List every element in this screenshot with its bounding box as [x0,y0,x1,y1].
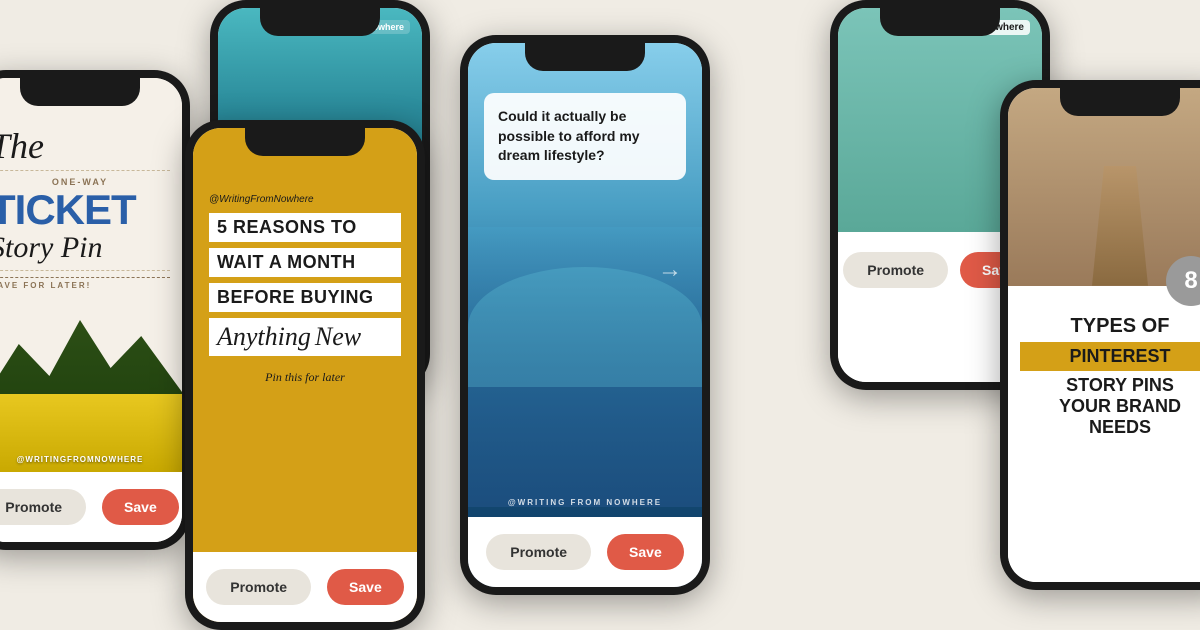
phone1-savefor-label: SAVE FOR LATER! [0,277,170,290]
phone3-line3: BEFORE BUYING [217,287,374,307]
phone6-types-of: TYPES OF [1020,314,1200,338]
phone1-ticket-label: TICKET [0,189,170,231]
phone-notch-1 [20,78,140,106]
phone1-promote-button[interactable]: Promote [0,489,86,525]
phone6-pinterest: PINTEREST [1020,342,1200,371]
phone-notch-3 [245,128,365,156]
phone6-brand: YOUR BRAND [1020,396,1200,417]
phone4-save-button[interactable]: Save [607,534,684,570]
phone6-story: STORY PINS [1020,375,1200,397]
phone4-speech-text: Could it actually be possible to afford … [498,107,672,166]
phone-notch-4 [525,43,645,71]
phone3-line4: Anything [217,322,311,351]
phone-notch-6 [1060,88,1180,116]
phone4-promote-button[interactable]: Promote [486,534,591,570]
phone1-save-button[interactable]: Save [102,489,179,525]
phone-1: The ONE-WAY TICKET Story Pin SAVE FOR LA… [0,70,190,550]
phone4-speech-bubble: Could it actually be possible to afford … [484,93,686,180]
phone1-the-label: The [0,128,170,164]
phone-notch-2 [260,8,380,36]
phone3-line2: WAIT A MONTH [217,252,356,272]
phone3-save-button[interactable]: Save [327,569,404,605]
phone5-promote-button[interactable]: Promote [843,252,948,288]
phone-notch-5 [880,8,1000,36]
phone1-storypin-label: Story Pin [0,231,170,264]
phone3-promote-button[interactable]: Promote [206,569,311,605]
phone-6: 8 TYPES OF PINTEREST STORY PINS YOUR BRA… [1000,80,1200,590]
phone-4: Could it actually be possible to afford … [460,35,710,595]
phone3-handle: @WritingFromNowhere [209,194,401,205]
phone-3: @WritingFromNowhere 5 REASONS TO WAIT A … [185,120,425,630]
phone3-line1: 5 REASONS TO [217,217,357,237]
phone4-handle: @WRITING FROM NOWHERE [468,498,702,507]
phone1-handle: @WRITINGFROMNOWHERE [0,455,182,464]
phone3-line5: New [315,322,361,351]
phone6-needs: NEEDS [1020,417,1200,438]
phone3-pin-text: Pin this for later [209,370,401,385]
